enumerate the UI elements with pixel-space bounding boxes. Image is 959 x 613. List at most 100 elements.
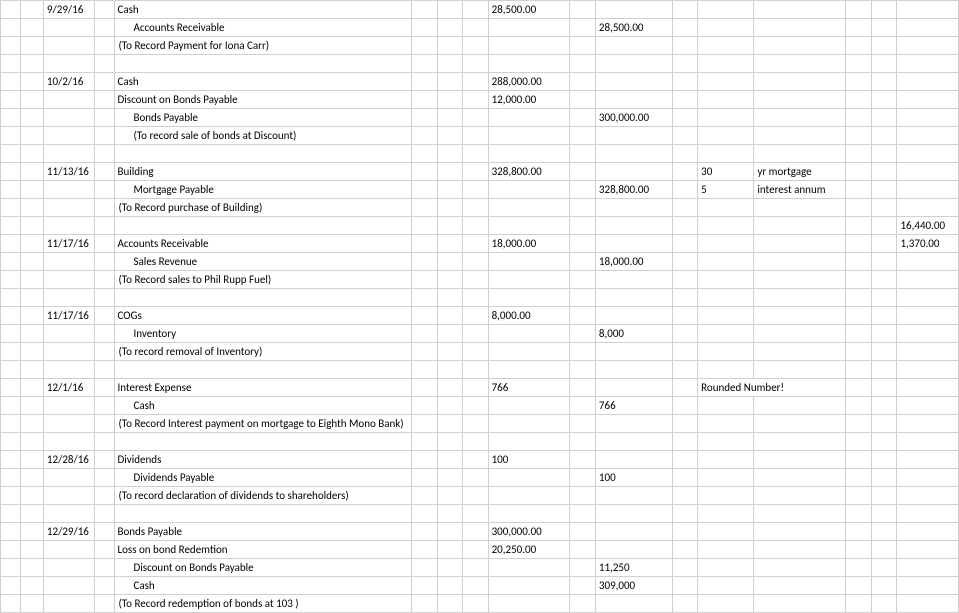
cell[interactable]: 28,500.00 — [488, 1, 570, 19]
cell[interactable] — [846, 595, 872, 613]
cell[interactable] — [570, 343, 596, 361]
cell[interactable] — [463, 595, 489, 613]
cell[interactable] — [1, 127, 21, 145]
cell[interactable] — [411, 415, 437, 433]
cell[interactable] — [488, 397, 570, 415]
cell[interactable]: 309,000 — [595, 577, 672, 595]
cell[interactable] — [871, 379, 897, 397]
cell[interactable] — [754, 91, 846, 109]
cell[interactable]: 16,440.00 — [897, 217, 959, 235]
cell[interactable] — [463, 379, 489, 397]
cell[interactable] — [570, 487, 596, 505]
cell[interactable] — [754, 559, 846, 577]
cell[interactable] — [672, 91, 698, 109]
cell[interactable] — [411, 127, 437, 145]
cell[interactable] — [95, 91, 115, 109]
cell[interactable] — [43, 55, 94, 73]
cell[interactable] — [437, 505, 463, 523]
cell[interactable] — [411, 559, 437, 577]
cell[interactable] — [411, 73, 437, 91]
cell[interactable] — [1, 271, 21, 289]
cell[interactable] — [43, 343, 94, 361]
cell[interactable] — [871, 145, 897, 163]
cell[interactable] — [463, 127, 489, 145]
cell[interactable] — [463, 559, 489, 577]
cell[interactable] — [570, 289, 596, 307]
cell[interactable] — [1, 199, 21, 217]
cell[interactable] — [488, 595, 570, 613]
cell[interactable] — [411, 289, 437, 307]
cell[interactable] — [95, 361, 115, 379]
cell[interactable] — [411, 199, 437, 217]
cell[interactable] — [43, 541, 94, 559]
cell[interactable]: Building — [115, 163, 411, 181]
cell[interactable] — [570, 37, 596, 55]
cell[interactable] — [672, 541, 698, 559]
cell[interactable] — [897, 73, 959, 91]
cell[interactable] — [463, 397, 489, 415]
cell[interactable] — [672, 487, 698, 505]
cell[interactable]: Rounded Number! — [698, 379, 846, 397]
cell[interactable] — [488, 361, 570, 379]
cell[interactable]: 328,800.00 — [488, 163, 570, 181]
cell[interactable] — [95, 541, 115, 559]
cell[interactable] — [43, 253, 94, 271]
cell[interactable] — [897, 109, 959, 127]
cell[interactable] — [846, 379, 872, 397]
cell[interactable] — [846, 541, 872, 559]
cell[interactable] — [871, 415, 897, 433]
cell[interactable]: Loss on bond Redemtion — [115, 541, 411, 559]
cell[interactable] — [43, 505, 94, 523]
cell[interactable] — [754, 199, 846, 217]
cell[interactable] — [672, 343, 698, 361]
cell[interactable] — [411, 217, 437, 235]
cell[interactable] — [846, 19, 872, 37]
cell[interactable] — [1, 91, 21, 109]
cell[interactable] — [871, 325, 897, 343]
cell[interactable] — [754, 109, 846, 127]
cell[interactable] — [488, 505, 570, 523]
cell[interactable] — [21, 469, 43, 487]
cell[interactable] — [871, 73, 897, 91]
cell[interactable] — [754, 541, 846, 559]
cell[interactable] — [570, 559, 596, 577]
cell[interactable] — [595, 307, 672, 325]
cell[interactable]: Dividends — [115, 451, 411, 469]
cell[interactable] — [672, 451, 698, 469]
cell[interactable] — [21, 181, 43, 199]
cell[interactable] — [43, 415, 94, 433]
cell[interactable] — [570, 181, 596, 199]
cell[interactable] — [672, 73, 698, 91]
cell[interactable] — [488, 325, 570, 343]
cell[interactable] — [437, 181, 463, 199]
cell[interactable] — [95, 37, 115, 55]
cell[interactable]: 12/28/16 — [43, 451, 94, 469]
cell[interactable] — [846, 109, 872, 127]
cell[interactable] — [595, 361, 672, 379]
cell[interactable] — [698, 127, 754, 145]
cell[interactable] — [595, 415, 672, 433]
cell[interactable] — [488, 469, 570, 487]
cell[interactable] — [698, 145, 754, 163]
cell[interactable] — [21, 307, 43, 325]
cell[interactable] — [488, 181, 570, 199]
cell[interactable] — [437, 469, 463, 487]
cell[interactable] — [698, 505, 754, 523]
cell[interactable]: 328,800.00 — [595, 181, 672, 199]
cell[interactable] — [463, 37, 489, 55]
cell[interactable]: Discount on Bonds Payable — [115, 559, 411, 577]
cell[interactable] — [411, 181, 437, 199]
cell[interactable] — [43, 217, 94, 235]
cell[interactable] — [570, 1, 596, 19]
cell[interactable] — [21, 415, 43, 433]
cell[interactable] — [897, 469, 959, 487]
cell[interactable] — [437, 127, 463, 145]
cell[interactable] — [21, 433, 43, 451]
cell[interactable] — [871, 433, 897, 451]
cell[interactable] — [846, 55, 872, 73]
cell[interactable]: 18,000.00 — [488, 235, 570, 253]
cell[interactable] — [672, 253, 698, 271]
cell[interactable] — [846, 145, 872, 163]
cell[interactable] — [95, 199, 115, 217]
cell[interactable] — [595, 451, 672, 469]
